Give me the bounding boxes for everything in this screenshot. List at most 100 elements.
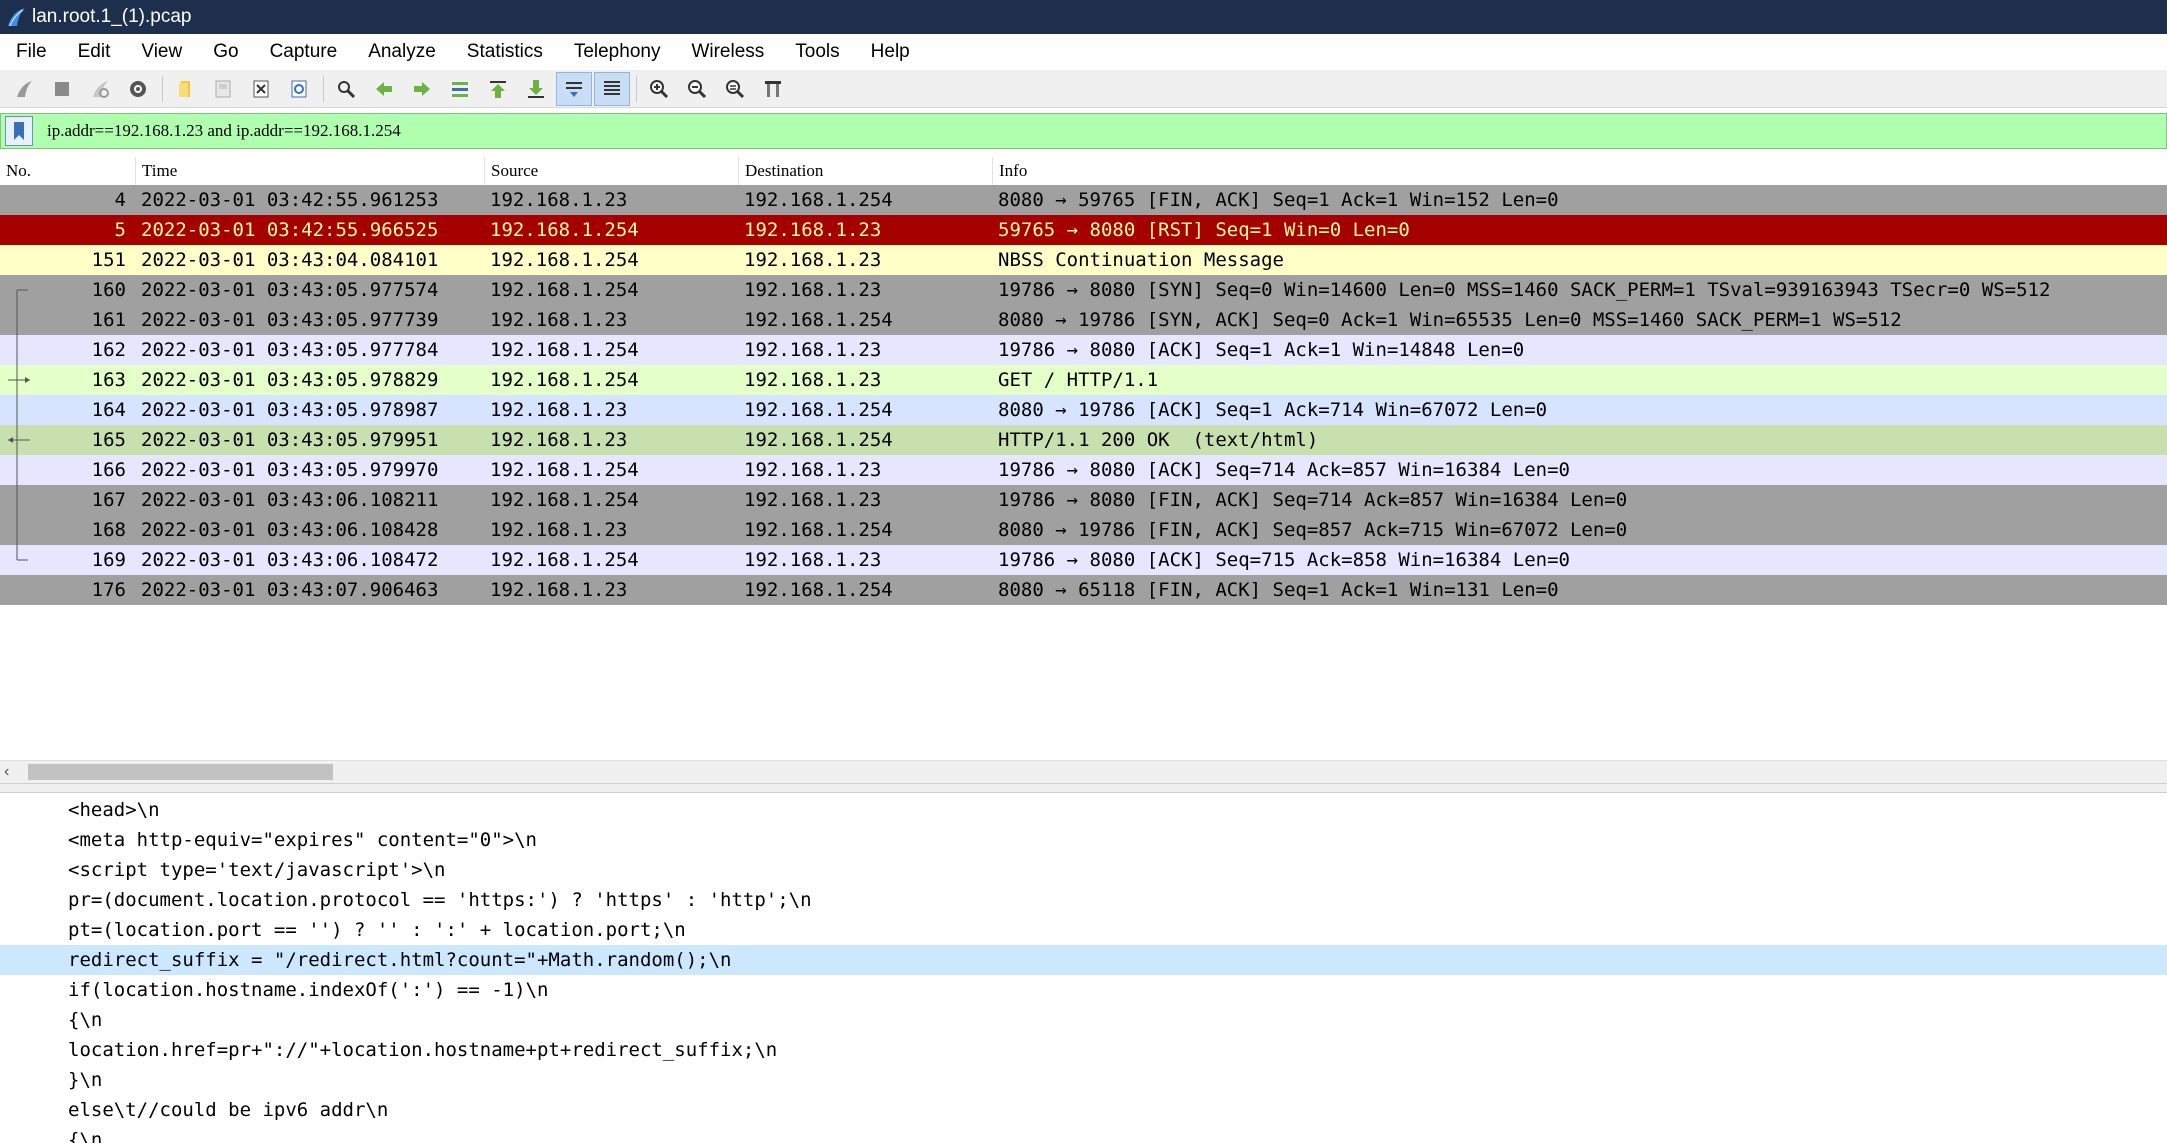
cell-dst: 192.168.1.254	[744, 579, 893, 601]
cell-time: 2022-03-01 03:43:05.979970	[141, 459, 439, 481]
go-last-packet-icon[interactable]	[518, 72, 554, 106]
detail-line[interactable]: <script type='text/javascript'>\n	[0, 855, 2167, 885]
table-row[interactable]: 5 2022-03-01 03:42:55.966525 192.168.1.254…	[0, 215, 2167, 245]
save-file-icon[interactable]	[205, 72, 241, 106]
detail-line[interactable]: redirect_suffix = "/redirect.html?count=…	[0, 945, 2167, 975]
menu-telephony[interactable]: Telephony	[558, 41, 676, 63]
cell-src: 192.168.1.254	[490, 219, 639, 241]
main-toolbar	[0, 70, 2167, 108]
normal-size-icon[interactable]	[717, 72, 753, 106]
cell-dst: 192.168.1.254	[744, 189, 893, 211]
start-capture-icon[interactable]	[6, 72, 42, 106]
cell-src: 192.168.1.23	[490, 309, 628, 331]
cell-time: 2022-03-01 03:43:05.977784	[141, 339, 439, 361]
table-row[interactable]: 176 2022-03-01 03:43:07.906463 192.168.1.2…	[0, 575, 2167, 605]
detail-line[interactable]: }\n	[0, 1065, 2167, 1095]
table-row[interactable]: 168 2022-03-01 03:43:06.108428 192.168.1.2…	[0, 515, 2167, 545]
display-filter-input[interactable]	[45, 114, 2166, 148]
menu-capture[interactable]: Capture	[254, 41, 353, 63]
cell-dst: 192.168.1.23	[744, 489, 882, 511]
menu-tools[interactable]: Tools	[779, 41, 854, 63]
cell-src: 192.168.1.254	[490, 459, 639, 481]
detail-line[interactable]: else\t//could be ipv6 addr\n	[0, 1095, 2167, 1125]
cell-src: 192.168.1.23	[490, 189, 628, 211]
menu-file[interactable]: File	[0, 41, 62, 63]
restart-capture-icon[interactable]	[82, 72, 118, 106]
capture-options-icon[interactable]	[120, 72, 156, 106]
detail-line[interactable]: {\n	[0, 1125, 2167, 1143]
go-to-packet-icon[interactable]	[442, 72, 478, 106]
resize-columns-icon[interactable]	[755, 72, 791, 106]
column-header-time[interactable]: Time	[135, 157, 484, 185]
cell-time: 2022-03-01 03:43:04.084101	[141, 249, 439, 271]
menu-analyze[interactable]: Analyze	[352, 41, 451, 63]
table-row[interactable]: 166 2022-03-01 03:43:05.979970 192.168.1.2…	[0, 455, 2167, 485]
table-row[interactable]: 165 2022-03-01 03:43:05.979951 192.168.1.2…	[0, 425, 2167, 455]
cell-src: 192.168.1.254	[490, 249, 639, 271]
detail-line[interactable]: pt=(location.port == '') ? '' : ':' + lo…	[0, 915, 2167, 945]
column-header-source[interactable]: Source	[484, 157, 738, 185]
cell-src: 192.168.1.254	[490, 489, 639, 511]
menu-edit[interactable]: Edit	[62, 41, 126, 63]
column-header-no[interactable]: No.	[0, 157, 135, 185]
table-row[interactable]: 4 2022-03-01 03:42:55.961253 192.168.1.23 1…	[0, 185, 2167, 215]
title-bar: lan.root.1_(1).pcap	[0, 0, 2167, 34]
zoom-out-icon[interactable]	[679, 72, 715, 106]
pane-splitter[interactable]	[0, 783, 2167, 793]
cell-info: 19786 → 8080 [ACK] Seq=714 Ack=857 Win=1…	[998, 459, 1570, 481]
packet-rows: 4 2022-03-01 03:42:55.961253 192.168.1.23 1…	[0, 185, 2167, 605]
bookmark-icon[interactable]	[5, 116, 33, 146]
menu-wireless[interactable]: Wireless	[675, 41, 779, 63]
table-row[interactable]: 164 2022-03-01 03:43:05.978987 192.168.1.2…	[0, 395, 2167, 425]
reload-file-icon[interactable]	[281, 72, 317, 106]
cell-dst: 192.168.1.254	[744, 399, 893, 421]
detail-line[interactable]: <head>\n	[0, 795, 2167, 825]
detail-line[interactable]: location.href=pr+"://"+location.hostname…	[0, 1035, 2167, 1065]
cell-no: 151	[91, 249, 126, 271]
cell-info: 8080 → 19786 [ACK] Seq=1 Ack=714 Win=670…	[998, 399, 1548, 421]
cell-info: 19786 → 8080 [FIN, ACK] Seq=714 Ack=857 …	[998, 489, 1628, 511]
cell-info: 8080 → 65118 [FIN, ACK] Seq=1 Ack=1 Win=…	[998, 579, 1559, 601]
toolbar-separator	[162, 75, 163, 102]
go-forward-icon[interactable]	[404, 72, 440, 106]
detail-line[interactable]: <meta http-equiv="expires" content="0">\…	[0, 825, 2167, 855]
cell-dst: 192.168.1.23	[744, 369, 882, 391]
stop-capture-icon[interactable]	[44, 72, 80, 106]
column-header-destination[interactable]: Destination	[738, 157, 992, 185]
go-back-icon[interactable]	[366, 72, 402, 106]
cell-time: 2022-03-01 03:43:05.979951	[141, 429, 439, 451]
scrollbar-thumb[interactable]	[28, 764, 333, 780]
cell-dst: 192.168.1.23	[744, 219, 882, 241]
table-row[interactable]: 162 2022-03-01 03:43:05.977784 192.168.1.2…	[0, 335, 2167, 365]
cell-time: 2022-03-01 03:43:06.108428	[141, 519, 439, 541]
autoscroll-icon[interactable]	[556, 71, 592, 106]
colorize-icon[interactable]	[594, 71, 630, 106]
table-row[interactable]: 151 2022-03-01 03:43:04.084101 192.168.1.2…	[0, 245, 2167, 275]
menu-help[interactable]: Help	[855, 41, 925, 63]
detail-line[interactable]: if(location.hostname.indexOf(':') == -1)…	[0, 975, 2167, 1005]
table-row[interactable]: 167 2022-03-01 03:43:06.108211 192.168.1.2…	[0, 485, 2167, 515]
table-row[interactable]: 169 2022-03-01 03:43:06.108472 192.168.1.2…	[0, 545, 2167, 575]
detail-line[interactable]: {\n	[0, 1005, 2167, 1035]
cell-no: 176	[91, 579, 126, 601]
packet-details-pane: <head>\n <meta http-equiv="expires" conte…	[0, 795, 2167, 1143]
scroll-left-icon[interactable]: ‹	[4, 761, 24, 783]
column-header-info[interactable]: Info	[992, 157, 2167, 185]
go-first-packet-icon[interactable]	[480, 72, 516, 106]
table-row[interactable]: 161 2022-03-01 03:43:05.977739 192.168.1.2…	[0, 305, 2167, 335]
horizontal-scrollbar[interactable]: ‹	[0, 760, 2167, 783]
menu-go[interactable]: Go	[197, 41, 253, 63]
cell-no: 162	[91, 339, 126, 361]
zoom-in-icon[interactable]	[641, 72, 677, 106]
menu-statistics[interactable]: Statistics	[451, 41, 558, 63]
table-row[interactable]: 160 2022-03-01 03:43:05.977574 192.168.1.2…	[0, 275, 2167, 305]
find-packet-icon[interactable]	[328, 72, 364, 106]
cell-time: 2022-03-01 03:43:05.978987	[141, 399, 439, 421]
detail-line[interactable]: pr=(document.location.protocol == 'https…	[0, 885, 2167, 915]
close-file-icon[interactable]	[243, 72, 279, 106]
menu-view[interactable]: View	[125, 41, 197, 63]
table-row[interactable]: 163 2022-03-01 03:43:05.978829 192.168.1.2…	[0, 365, 2167, 395]
cell-no: 161	[91, 309, 126, 331]
open-file-icon[interactable]	[167, 72, 203, 106]
cell-src: 192.168.1.254	[490, 279, 639, 301]
